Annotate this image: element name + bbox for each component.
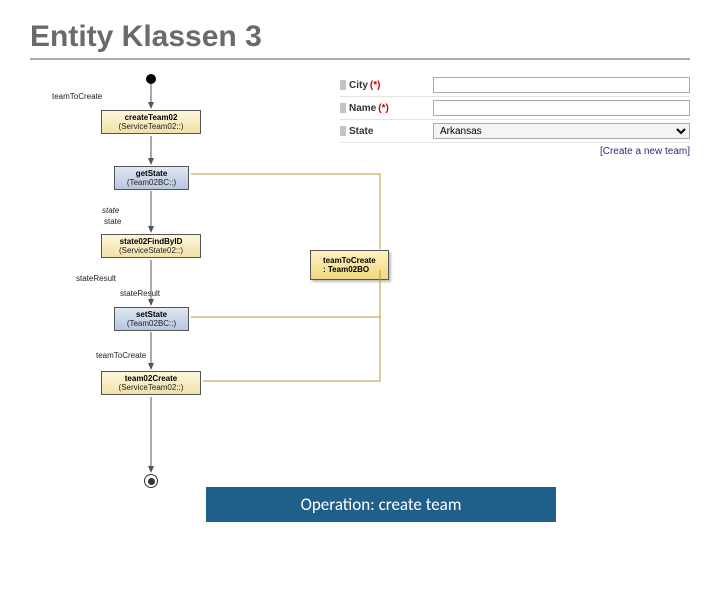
data-object: teamToCreate : Team02BO xyxy=(310,250,389,280)
label-state-ital: state xyxy=(102,206,119,215)
form-row-city: City(*) xyxy=(340,74,690,97)
node-getstate: getState (Team02BC::) xyxy=(114,166,189,190)
node-team02create: team02Create (ServiceTeam02::) xyxy=(101,371,201,395)
drag-handle-icon xyxy=(340,126,346,136)
field-label: State xyxy=(349,126,373,137)
label-teamtocreate2: teamToCreate xyxy=(96,351,146,360)
start-node xyxy=(146,74,156,84)
drag-handle-icon xyxy=(340,103,346,113)
node-createteam02: createTeam02 (ServiceTeam02::) xyxy=(101,110,201,134)
page-title: Entity Klassen 3 xyxy=(30,20,690,60)
state-select[interactable]: Arkansas xyxy=(433,123,690,139)
end-node xyxy=(144,474,158,488)
form-row-state: State Arkansas xyxy=(340,120,690,143)
form-row-action: [Create a new team] xyxy=(340,143,690,160)
form-panel: City(*) Name(*) State Arkansas [Create a… xyxy=(340,74,690,504)
label-stateresult: stateResult xyxy=(76,274,116,283)
city-field[interactable] xyxy=(433,77,690,93)
required-icon: (*) xyxy=(378,103,389,114)
caption-banner: Operation: create team xyxy=(206,487,556,522)
drag-handle-icon xyxy=(340,80,346,90)
create-team-button[interactable]: [Create a new team] xyxy=(600,146,690,157)
node-state02findbyid: state02FindByID (ServiceState02::) xyxy=(101,234,201,258)
label-teamtocreate: teamToCreate xyxy=(52,92,102,101)
name-field[interactable] xyxy=(433,100,690,116)
label-state: state xyxy=(104,217,121,226)
field-label: Name xyxy=(349,103,376,114)
form-row-name: Name(*) xyxy=(340,97,690,120)
required-icon: (*) xyxy=(370,80,381,91)
field-label: City xyxy=(349,80,368,91)
activity-diagram: teamToCreate createTeam02 (ServiceTeam02… xyxy=(30,74,340,504)
node-setstate: setState (Team02BC::) xyxy=(114,307,189,331)
label-stateresult2: stateResult xyxy=(120,289,160,298)
